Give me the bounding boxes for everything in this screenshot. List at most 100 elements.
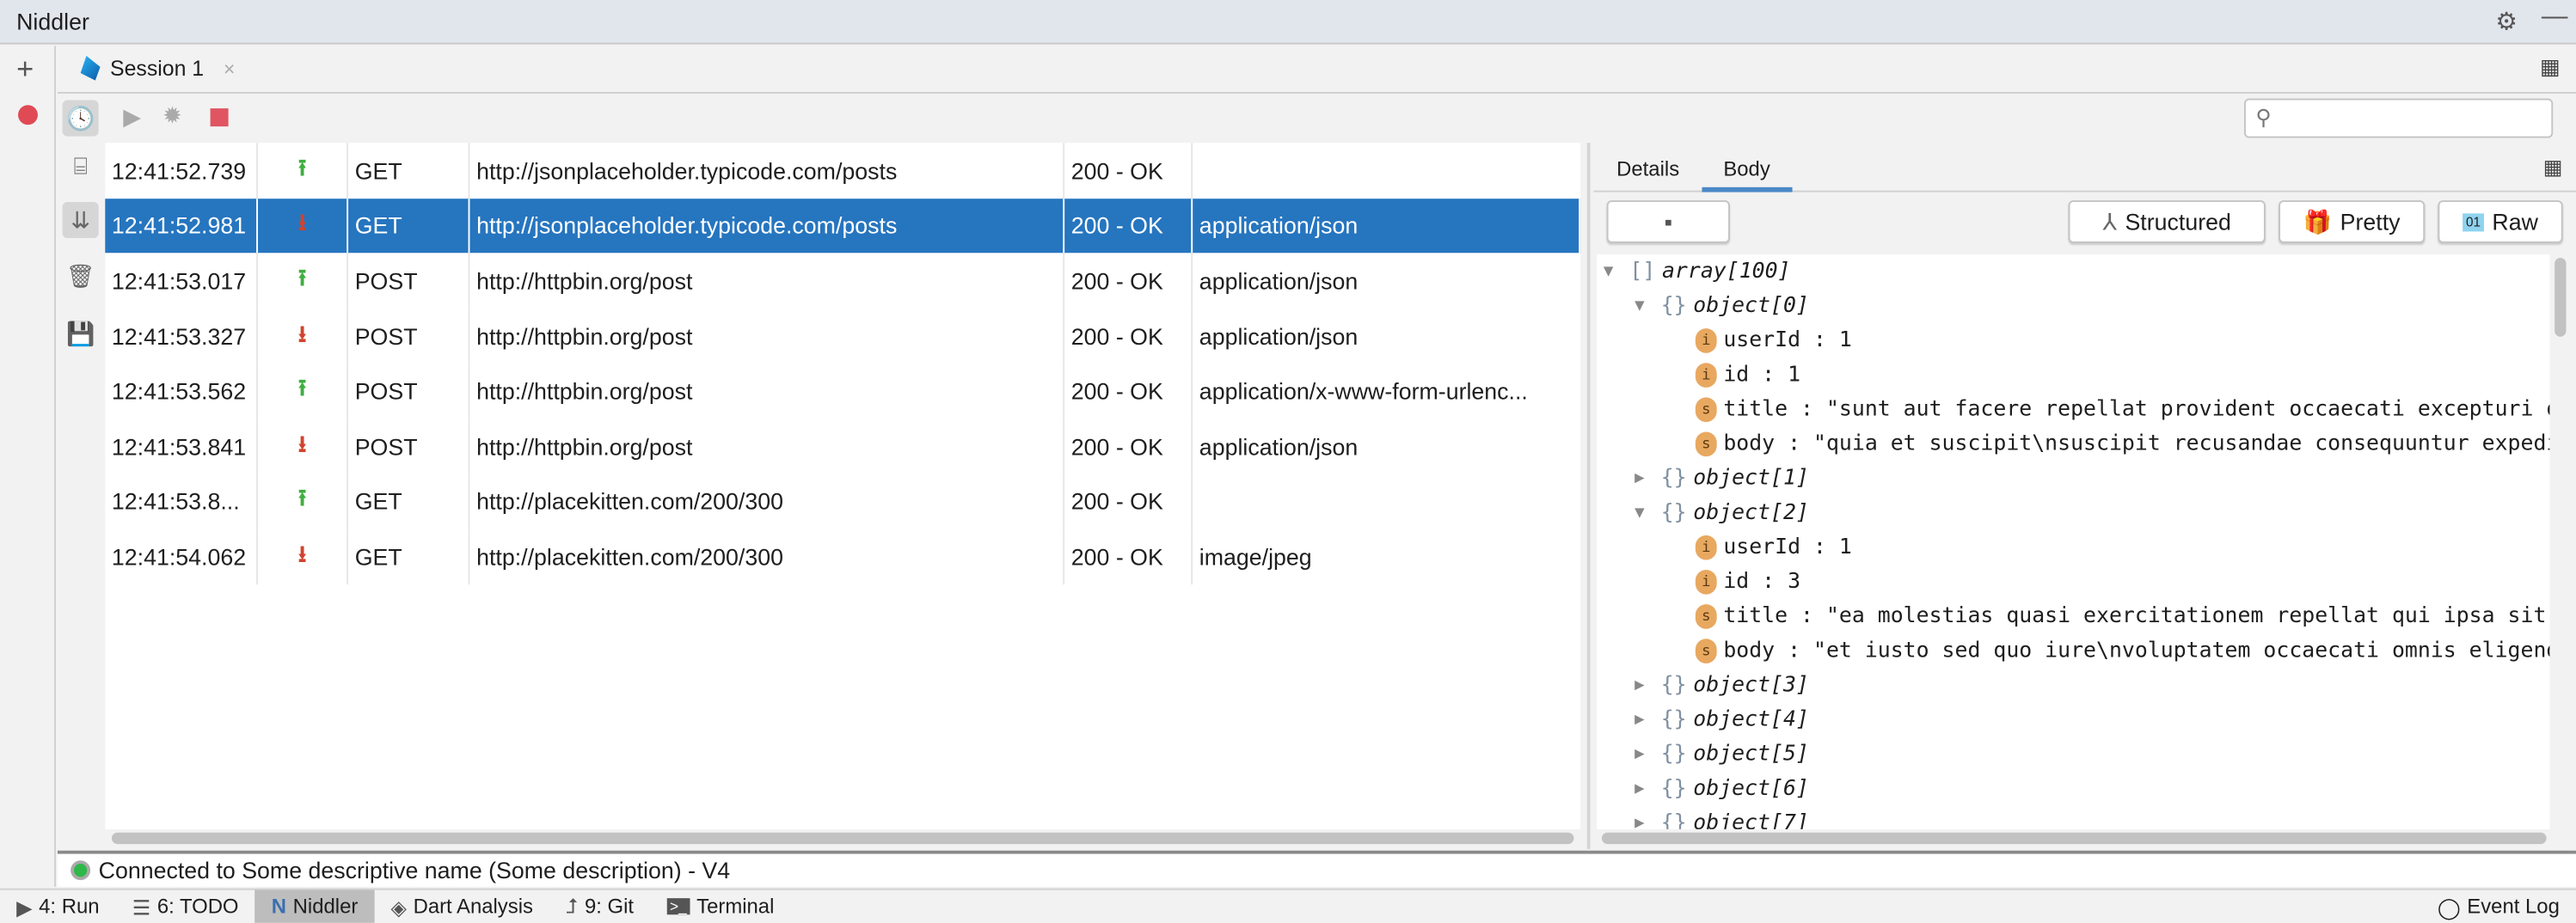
expand-icon[interactable]: ▶ [1635,745,1654,763]
table-row[interactable]: 12:41:54.062 ⭳ GET http://placekitten.com/2… [105,529,1580,584]
search-input[interactable]: ⚲ [2244,98,2554,138]
object-icon: {} [1660,742,1687,767]
tree-node[interactable]: i id : 3 [1695,565,1800,599]
tab-session-1[interactable]: Session 1 × [80,55,235,81]
tree-node[interactable]: ▶ {} object[7] [1635,806,1809,829]
tree-node[interactable]: ▶ {} object[4] [1635,703,1809,737]
url-cell: http://jsonplaceholder.typicode.com/post… [469,143,1065,199]
raw-button[interactable]: 01 Raw [2438,200,2563,243]
download-arrow-icon: ⭳ [297,430,307,456]
structured-button[interactable]: ⅄ Structured [2068,200,2266,243]
expand-icon[interactable]: ▶ [1635,711,1654,729]
tree-node[interactable]: s body : "et iusto sed quo iure\nvoluptat… [1695,634,2550,669]
tool-label: Dart Analysis [413,895,533,919]
table-row[interactable]: 12:41:52.981 ⭳ GET http://jsonplaceholder.t… [105,198,1581,254]
play-icon[interactable]: ▶ [123,103,141,131]
url-cell: http://placekitten.com/200/300 [469,529,1065,584]
tree-node-label: object[5] [1693,742,1809,767]
content-type-cell [1193,474,1580,529]
splitter[interactable] [1586,143,1591,849]
structured-label: Structured [2125,208,2231,235]
add-session-icon[interactable]: + [16,52,34,87]
tree-node[interactable]: ▼ {} object[0] [1635,289,1809,323]
tree-node[interactable]: s title : "sunt aut facere repellat provi… [1695,393,2549,427]
tree-node[interactable]: ▶ {} object[6] [1635,772,1809,806]
tree-node[interactable]: ▼ [] array[100] [1604,254,1791,289]
tree-node[interactable]: s title : "ea molestias quasi exercitatio… [1695,599,2550,633]
trash-icon[interactable]: 🗑 [63,258,99,294]
status-text: Connected to Some descriptive name (Some… [98,857,731,883]
tree-node[interactable]: i userId : 1 [1695,530,1852,565]
expand-icon[interactable]: ▶ [1635,676,1654,694]
status-cell: 200 - OK [1064,419,1193,474]
scroll-to-end-icon[interactable]: ⇊ [62,202,99,239]
url-cell: http://httpbin.org/post [469,419,1065,474]
table-row[interactable]: 12:41:53.841 ⭳ POST http://httpbin.org/post… [105,419,1580,474]
collapse-icon[interactable]: ▼ [1635,504,1654,523]
debug-icon[interactable]: ✹ [163,101,181,129]
layout-icon[interactable]: ▦ [2540,54,2560,81]
tree-node[interactable]: ▼ {} object[2] [1635,496,1809,530]
method-cell: GET [348,143,470,199]
table-row[interactable]: 12:41:53.562 ⭱ POST http://httpbin.org/post… [105,364,1580,419]
clock-icon[interactable]: 🕓 [62,100,99,137]
tab-body[interactable]: Body [1723,157,1769,180]
tree-node-label: object[7] [1693,810,1809,829]
tree-node[interactable]: ▶ {} object[5] [1635,737,1809,772]
layout-icon[interactable]: ▦ [2543,155,2563,180]
pretty-button[interactable]: 🎁 Pretty [2279,200,2426,243]
tree-node[interactable]: ▶ {} object[1] [1635,462,1809,496]
status-cell: 200 - OK [1064,529,1193,584]
tool-label: Niddler [292,895,359,919]
upload-arrow-icon: ⭱ [297,264,307,291]
collapse-icon[interactable]: ▼ [1635,297,1654,315]
tool-run[interactable]: ▶ 4: Run [0,890,116,923]
url-cell: http://placekitten.com/200/300 [469,474,1065,529]
minimize-icon[interactable]: — [2542,3,2568,33]
tree-horizontal-scrollbar[interactable] [1601,832,2547,845]
tool-dart-analysis[interactable]: ◈ Dart Analysis [374,890,549,923]
collapse-icon[interactable]: ▼ [1604,263,1623,281]
event-log-button[interactable]: ◯ Event Log [2421,890,2576,923]
gear-icon[interactable]: ⚙ [2495,7,2518,36]
stop-icon[interactable] [210,108,229,127]
url-cell: http://httpbin.org/post [469,308,1065,364]
horizontal-scrollbar[interactable] [111,832,1574,845]
tree-node[interactable]: ▶ {} object[3] [1635,669,1809,703]
content-type-cell: application/x-www-form-urlenc... [1199,377,1528,405]
tree-node[interactable]: i userId : 1 [1695,323,1852,358]
table-row[interactable]: 12:41:53.017 ⭱ POST http://httpbin.org/post… [105,253,1580,309]
title-bar: Niddler ⚙ — [0,0,2576,45]
tree-node[interactable]: i id : 1 [1695,358,1800,393]
tool-label: 4: Run [39,895,100,919]
tree-node-label: userId : 1 [1723,328,1852,353]
tree-node-label: array[100] [1661,259,1791,284]
tab-details[interactable]: Details [1616,157,1679,180]
download-arrow-icon: ⭳ [297,540,307,567]
tree-node[interactable]: s body : "quia et suscipit\nsuscipit recu… [1695,427,2549,462]
save-body-button[interactable]: ▪ [1606,200,1730,243]
tool-terminal[interactable]: >_ Terminal [650,890,790,923]
tree-node-label: body : "et iusto sed quo iure\nvoluptate… [1723,639,2550,663]
tool-todo[interactable]: ☰ 6: TODO [116,890,255,923]
record-icon[interactable] [18,105,38,125]
table-row[interactable]: 12:41:52.739 ⭱ GET http://jsonplaceholder.t… [105,143,1580,199]
integer-icon: i [1695,570,1717,595]
close-icon[interactable]: × [224,57,235,80]
clear-icon[interactable]: ⌸ [63,148,99,184]
upload-arrow-icon: ⭱ [297,374,307,401]
expand-icon[interactable]: ▶ [1635,780,1654,798]
table-row[interactable]: 12:41:53.327 ⭳ POST http://httpbin.org/post… [105,308,1580,364]
table-row[interactable]: 12:41:53.8... ⭱ GET http://placekitten.com/… [105,474,1580,529]
niddler-window: Niddler ⚙ — + Session 1 × ▦ 🕓 ▶ ✹ ⚲ ⌸ ⇊ … [0,0,2576,923]
object-icon: {} [1660,673,1687,699]
tree-node-label: title : "ea molestias quasi exercitation… [1723,604,2550,629]
save-icon[interactable]: 💾 [63,315,99,351]
expand-icon[interactable]: ▶ [1635,815,1654,829]
expand-icon[interactable]: ▶ [1635,469,1654,487]
tool-git[interactable]: ⮥ 9: Git [549,890,650,923]
direction-cell: ⭱ [258,253,349,309]
tool-niddler[interactable]: N Niddler [255,889,375,923]
event-log-icon: ◯ [2437,895,2461,920]
vertical-scrollbar[interactable] [2555,257,2567,337]
